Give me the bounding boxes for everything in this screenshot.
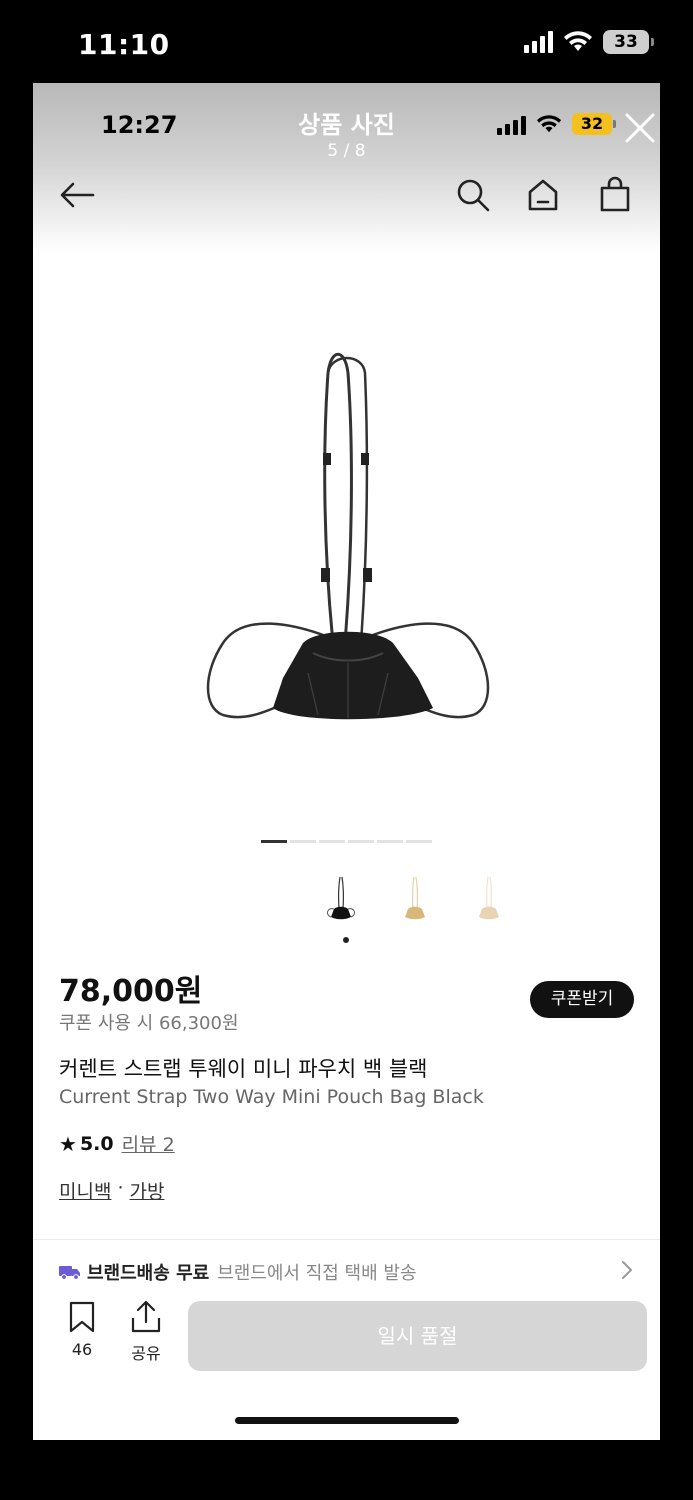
category-link-bag[interactable]: 가방: [130, 1177, 165, 1204]
color-options: [323, 873, 507, 921]
product-name-english: Current Strap Two Way Mini Pouch Bag Bla…: [59, 1086, 484, 1108]
color-swatch-beige[interactable]: [397, 873, 433, 921]
truck-icon: [59, 1266, 80, 1280]
arrow-left-icon[interactable]: [57, 175, 97, 215]
carousel-dot: [290, 840, 316, 843]
carousel-dot: [319, 840, 345, 843]
carousel-dot-active: [261, 840, 287, 843]
app-screen: 12:27 32 상품 사진 5 / 8 78,000원 쿠폰 사용 시 66,…: [33, 83, 660, 1440]
category-breadcrumb: 미니백 · 가방: [59, 1177, 164, 1204]
outer-clock: 11:10: [78, 28, 170, 61]
coupon-price: 쿠폰 사용 시 66,300원: [59, 1013, 239, 1034]
save-count: 46: [71, 1340, 93, 1359]
carousel-dot: [406, 840, 432, 843]
viewer-header: 12:27 32 상품 사진 5 / 8: [33, 83, 660, 253]
outer-status-icons: 33: [524, 30, 654, 54]
photo-counter: 5 / 8: [327, 141, 366, 161]
shipping-title: 브랜드배송 무료: [87, 1263, 210, 1284]
star-icon: ★: [59, 1131, 77, 1156]
rating-row: ★ 5.0 리뷰 2: [59, 1130, 175, 1157]
shipping-info-row[interactable]: 브랜드배송 무료 브랜드에서 직접 택배 발송: [59, 1259, 639, 1285]
get-coupon-button[interactable]: 쿠폰받기: [530, 981, 634, 1018]
product-name-korean: 커렌트 스트랩 투웨이 미니 파우치 백 블랙: [59, 1057, 428, 1081]
category-separator: ·: [117, 1177, 124, 1199]
close-icon[interactable]: [623, 111, 657, 145]
battery-indicator: 33: [603, 30, 654, 54]
save-button[interactable]: 46: [61, 1300, 103, 1359]
search-icon[interactable]: [453, 175, 493, 215]
share-label: 공유: [131, 1344, 161, 1363]
carousel-dot: [377, 840, 403, 843]
divider: [33, 1239, 660, 1240]
wifi-icon: [564, 31, 592, 51]
rating-value: 5.0: [79, 1132, 114, 1155]
chevron-right-icon[interactable]: [619, 1259, 635, 1281]
category-link-minibag[interactable]: 미니백: [59, 1177, 111, 1204]
color-swatch-black[interactable]: [323, 873, 359, 921]
viewer-title: 상품 사진: [298, 111, 395, 139]
outer-status-bar: 11:10 33: [0, 0, 693, 83]
home-icon[interactable]: [523, 175, 563, 215]
carousel-indicator: [261, 840, 432, 843]
product-price: 78,000원: [59, 974, 203, 1009]
home-indicator: [235, 1417, 459, 1424]
bookmark-icon: [69, 1301, 95, 1333]
color-swatch-ivory[interactable]: [471, 873, 507, 921]
product-image: [206, 352, 490, 720]
carousel-dot: [348, 840, 374, 843]
shipping-subtitle: 브랜드에서 직접 택배 발송: [217, 1263, 417, 1284]
cellular-signal-icon: [524, 31, 553, 53]
review-link[interactable]: 리뷰 2: [122, 1130, 175, 1157]
share-button[interactable]: 공유: [125, 1300, 167, 1364]
sold-out-button[interactable]: 일시 품절: [188, 1301, 647, 1371]
shopping-bag-icon[interactable]: [595, 175, 635, 215]
share-icon: [131, 1300, 161, 1333]
selected-color-dot: [343, 937, 349, 943]
